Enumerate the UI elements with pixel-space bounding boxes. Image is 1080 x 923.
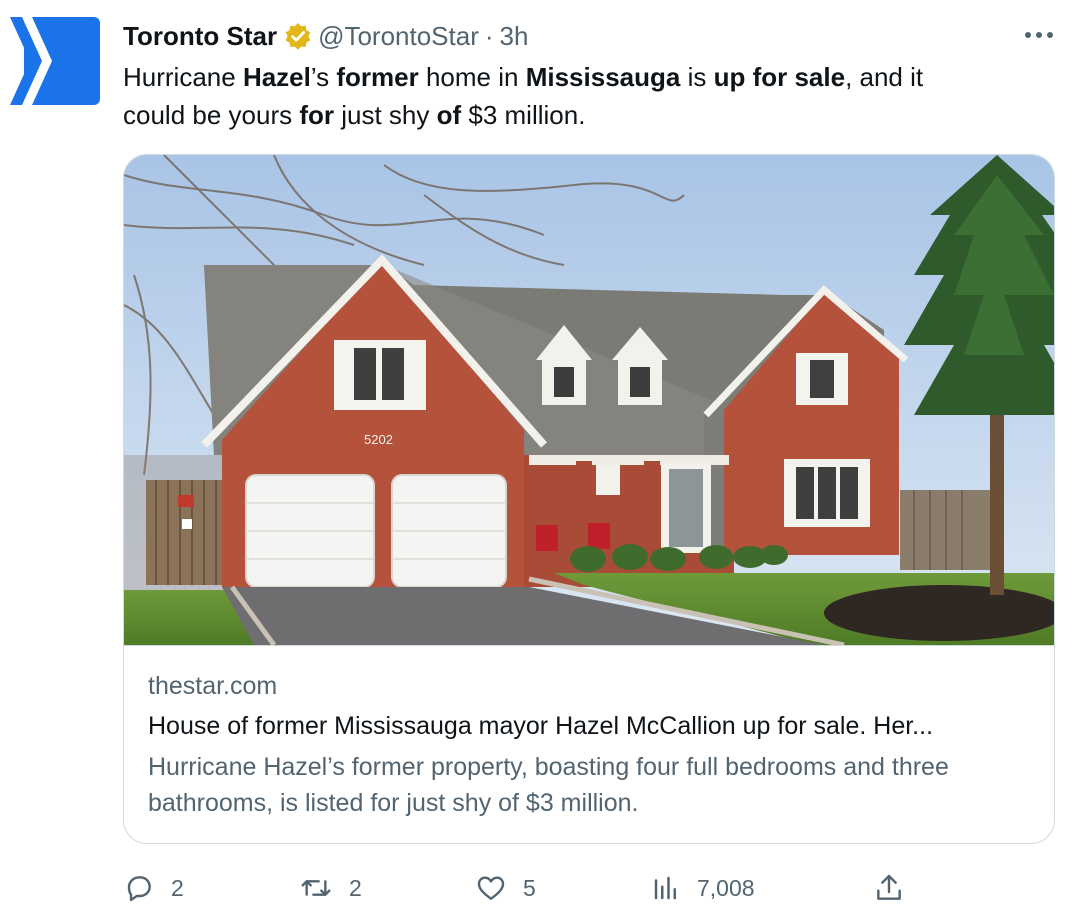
card-image[interactable]: 5202 <box>124 155 1054 648</box>
tweet-text-segment: home in <box>418 62 526 92</box>
tweet-text-line-1: Hurricane Hazel’s former home in Mississ… <box>123 58 1043 96</box>
tweet-text-segment: , and it <box>845 62 924 92</box>
tweet-text-segment: just shy <box>334 100 437 130</box>
tweet-timestamp[interactable]: 3h <box>500 21 529 52</box>
tweet-text-segment: for <box>299 100 334 130</box>
share-button[interactable] <box>873 866 905 910</box>
like-button[interactable]: 5 <box>475 866 536 910</box>
link-card[interactable]: 5202 thestar.com House of former Mississ… <box>123 154 1055 844</box>
tweet-header: Toronto Star @TorontoStar · 3h <box>123 18 528 54</box>
like-count: 5 <box>523 874 536 901</box>
house-number: 5202 <box>364 432 393 447</box>
tweet-text-segment: ’s <box>310 62 337 92</box>
views-button[interactable]: 7,008 <box>651 866 755 910</box>
retweet-count: 2 <box>349 874 362 901</box>
tweet-text-segment: Hazel <box>242 62 311 92</box>
tweet-text-segment: could be yours <box>123 100 300 130</box>
card-body: thestar.com House of former Mississauga … <box>148 669 1038 821</box>
card-description: Hurricane Hazel’s former property, boast… <box>148 753 949 817</box>
author-name[interactable]: Toronto Star <box>123 21 277 52</box>
tweet-text-line-2: could be yours for just shy of $3 millio… <box>123 96 1043 134</box>
retweet-icon <box>299 872 333 904</box>
like-icon <box>475 872 507 904</box>
views-count: 7,008 <box>697 874 755 901</box>
more-icon[interactable] <box>1022 20 1056 50</box>
author-handle[interactable]: @TorontoStar <box>318 21 479 52</box>
reply-count: 2 <box>171 874 184 901</box>
action-bar: 2 2 5 7,008 <box>123 866 1055 910</box>
tweet-text-segment: $3 million. <box>461 100 586 130</box>
card-title[interactable]: House of former Mississauga mayor Hazel … <box>148 709 1038 743</box>
tweet-text-segment: up for sale <box>713 62 846 92</box>
views-icon <box>651 873 681 903</box>
tweet-text-segment: is <box>680 62 714 92</box>
tweet-text-segment: former <box>336 62 419 92</box>
tweet-text: Hurricane Hazel’s former home in Mississ… <box>123 58 1043 134</box>
reply-icon <box>123 872 155 904</box>
card-domain[interactable]: thestar.com <box>148 669 1038 703</box>
reply-button[interactable]: 2 <box>123 866 184 910</box>
verified-badge-icon[interactable] <box>284 22 312 50</box>
tweet-text-segment: of <box>436 100 462 130</box>
separator-dot: · <box>484 20 494 51</box>
retweet-button[interactable]: 2 <box>299 866 362 910</box>
toronto-star-logo[interactable] <box>10 17 100 107</box>
share-icon <box>873 872 905 904</box>
tweet-text-segment: Hurricane <box>123 62 243 92</box>
tweet-text-segment: Mississauga <box>525 62 681 92</box>
